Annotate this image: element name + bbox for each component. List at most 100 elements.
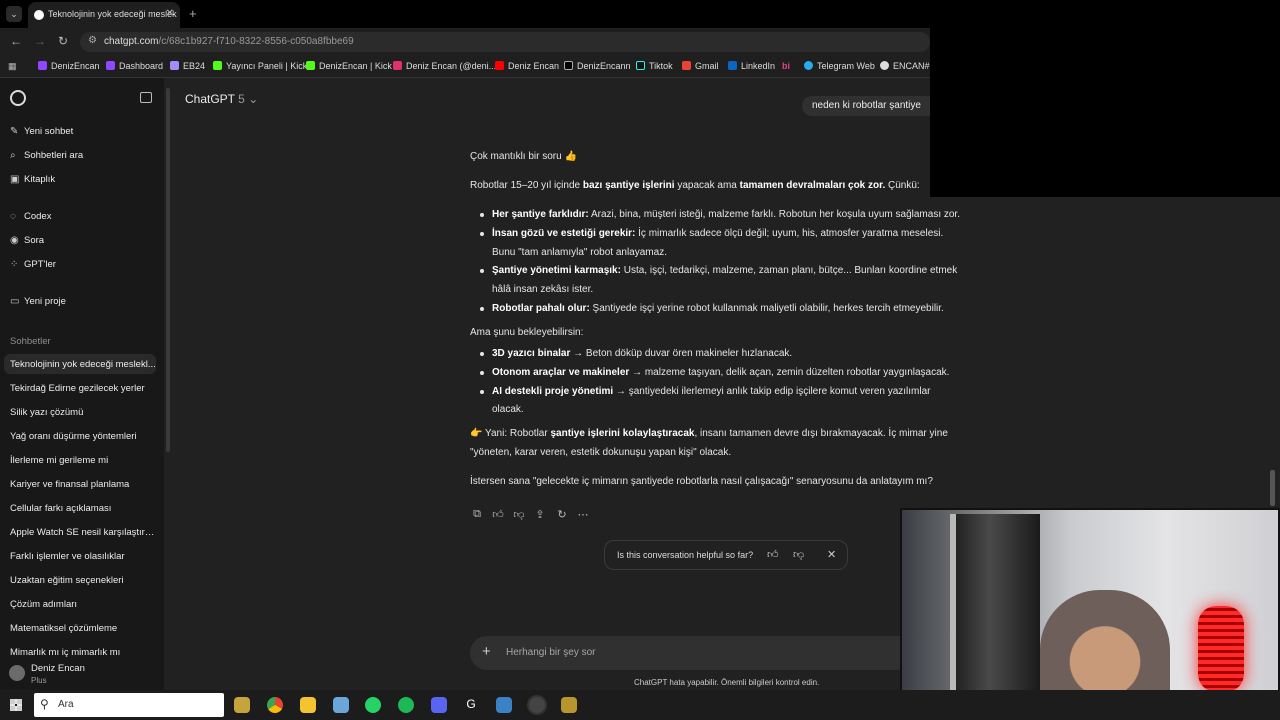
openai-favicon-icon: [34, 10, 44, 20]
model-version: 5: [238, 92, 245, 106]
feedback-text: Is this conversation helpful so far?: [617, 550, 754, 560]
apps-grid-icon[interactable]: ▦: [8, 61, 17, 72]
model-selector[interactable]: ChatGPT 5 ⌄: [185, 92, 258, 106]
chat-history-item[interactable]: Yağ oranı düşürme yöntemleri: [4, 426, 156, 446]
active-tab[interactable]: Teknolojinin yok edeceği meslek ✕: [28, 2, 180, 28]
discord-icon[interactable]: [431, 697, 447, 713]
reply-bullet-continued: Bunu "tam anlamıyla" robot anlayamaz.: [492, 247, 667, 258]
chat-history-item[interactable]: Cellular farkı açıklaması: [4, 498, 156, 518]
reload-icon[interactable]: ↻: [58, 34, 68, 48]
sora-icon: ◉: [10, 235, 19, 246]
sidebar-toggle-icon[interactable]: [140, 92, 152, 103]
windows-taskbar: ⚲ Ara G: [0, 690, 1280, 720]
search-icon: ⚲: [40, 697, 49, 711]
new-tab-icon[interactable]: +: [189, 6, 197, 21]
notepad-icon[interactable]: [333, 697, 349, 713]
user-profile[interactable]: Deniz Encan Plus: [0, 656, 164, 690]
reply-bullet-continued: hâlâ insan zekâsı ister.: [492, 284, 594, 295]
sidebar-item-search[interactable]: ⌕ Sohbetleri ara: [10, 150, 83, 161]
close-icon[interactable]: ✕: [827, 548, 836, 561]
obs-icon[interactable]: [529, 697, 545, 713]
bookmark-kick-panel[interactable]: Yayıncı Paneli | Kick: [213, 61, 307, 71]
sidebar-item-gpts[interactable]: ⁘ GPT'ler: [10, 259, 56, 270]
site-info-icon[interactable]: ⚙: [88, 35, 97, 46]
disclaimer: ChatGPT hata yapabilir. Önemli bilgileri…: [634, 678, 820, 687]
sidebar-item-library[interactable]: ▣ Kitaplık: [10, 174, 55, 185]
bookmark-linkedin[interactable]: LinkedIn: [728, 61, 775, 71]
webcam-background-door: [950, 514, 1040, 710]
forward-icon[interactable]: →: [34, 34, 46, 48]
spotify-icon[interactable]: [398, 697, 414, 713]
more-icon[interactable]: ⋯: [576, 508, 590, 521]
bullet-dot: [480, 232, 484, 236]
bookmark-telegram[interactable]: Telegram Web: [804, 61, 875, 71]
back-icon[interactable]: ←: [10, 34, 22, 48]
copy-icon[interactable]: ⧉: [470, 508, 484, 521]
instagram-icon: [393, 61, 402, 70]
thumbs-up-icon[interactable]: 👍︎: [491, 508, 505, 521]
file-explorer-icon[interactable]: [300, 697, 316, 713]
chat-history-item[interactable]: Matematiksel çözümleme: [4, 618, 156, 638]
address-bar[interactable]: ⚙ chatgpt.com/c/68c1b927-f710-8322-8556-…: [80, 32, 930, 52]
chevron-down-icon: ⌄: [248, 92, 259, 106]
thumbs-down-icon[interactable]: 👎︎: [512, 508, 526, 521]
league-icon[interactable]: [561, 697, 577, 713]
reply-intro: Çok mantıklı bir soru 👍: [470, 151, 577, 162]
chrome-icon[interactable]: [267, 697, 283, 713]
bookmark-x[interactable]: DenizEncann: [564, 61, 631, 71]
chat-history-item[interactable]: Kariyer ve finansal planlama: [4, 474, 156, 494]
reply-bullet: 3D yazıcı binalar → Beton döküp duvar ör…: [492, 348, 793, 359]
sidebar-item-new-project[interactable]: ▭ Yeni proje: [10, 296, 66, 307]
share-icon[interactable]: ⇪: [533, 508, 547, 521]
regenerate-icon[interactable]: ↻: [555, 508, 569, 521]
sidebar-item-codex[interactable]: ◌ Codex: [10, 211, 51, 222]
main-scrollbar[interactable]: [1270, 470, 1275, 506]
bookmark-denizencan[interactable]: DenizEncan: [38, 61, 100, 71]
sidebar-item-sora[interactable]: ◉ Sora: [10, 235, 44, 246]
chat-history-item[interactable]: Tekirdağ Edirne gezilecek yerler: [4, 378, 156, 398]
bookmark-youtube[interactable]: Deniz Encan: [495, 61, 559, 71]
chat-history-item[interactable]: Apple Watch SE nesil karşılaştırm...: [4, 522, 156, 542]
bullet-dot: [480, 307, 484, 311]
thumbs-up-icon[interactable]: 👍︎: [767, 548, 779, 561]
bookmark-dashboard[interactable]: Dashboard: [106, 61, 163, 71]
taskbar-search-placeholder: Ara: [58, 699, 74, 710]
twitch-icon: [38, 61, 47, 70]
bookmark-tiktok[interactable]: Tiktok: [636, 61, 673, 71]
sidebar-scrollbar[interactable]: [166, 88, 170, 452]
linkedin-icon: [728, 61, 737, 70]
bookmark-gmail[interactable]: Gmail: [682, 61, 719, 71]
network-app-icon[interactable]: [496, 697, 512, 713]
thumbs-down-icon[interactable]: 👎︎: [793, 548, 804, 561]
bookmark-instagram[interactable]: Deniz Encan (@deni...: [393, 61, 496, 71]
gmail-icon: [682, 61, 691, 70]
chat-history-item[interactable]: Teknolojinin yok edeceği meslekl...: [4, 354, 156, 374]
chat-history-item[interactable]: Farklı işlemler ve olasılıklar: [4, 546, 156, 566]
gpts-grid-icon: ⁘: [10, 259, 19, 270]
bookmark-encan[interactable]: ENCAN#D: [880, 61, 936, 71]
windows-start-icon[interactable]: [10, 699, 22, 711]
reply-bullet-continued: olacak.: [492, 404, 524, 415]
bookmark-kick[interactable]: DenizEncan | Kick: [306, 61, 392, 71]
chat-history-item[interactable]: Silik yazı çözümü: [4, 402, 156, 422]
prompt-input[interactable]: Herhangi bir şey sor: [506, 647, 595, 658]
whatsapp-icon[interactable]: [365, 697, 381, 713]
sidebar: ✎ Yeni sohbet ⌕ Sohbetleri ara ▣ Kitaplık ◌…: [0, 78, 164, 690]
chat-history-item[interactable]: Çözüm adımları: [4, 594, 156, 614]
tab-search-button[interactable]: ⌄: [6, 6, 22, 22]
bookmark-eb24[interactable]: EB24: [170, 61, 205, 71]
chat-history-item[interactable]: İlerleme mi gerileme mi: [4, 450, 156, 470]
chat-history-item[interactable]: Uzaktan eğitim seçenekleri: [4, 570, 156, 590]
openai-logo-icon[interactable]: [10, 90, 26, 106]
sidebar-item-new-chat[interactable]: ✎ Yeni sohbet: [10, 126, 73, 137]
telegram-icon: [804, 61, 813, 70]
taskbar-search[interactable]: ⚲ Ara: [34, 693, 224, 717]
bullet-dot: [480, 213, 484, 217]
kick-icon: [306, 61, 315, 70]
files-app-icon[interactable]: [234, 697, 250, 713]
add-attachment-icon[interactable]: +: [482, 643, 491, 660]
close-tab-icon[interactable]: ✕: [166, 8, 174, 19]
kick-app-icon[interactable]: G: [463, 697, 479, 713]
bookmark-bi[interactable]: bi: [782, 61, 790, 71]
reply-bullet: Otonom araçlar ve makineler → malzeme ta…: [492, 367, 950, 378]
